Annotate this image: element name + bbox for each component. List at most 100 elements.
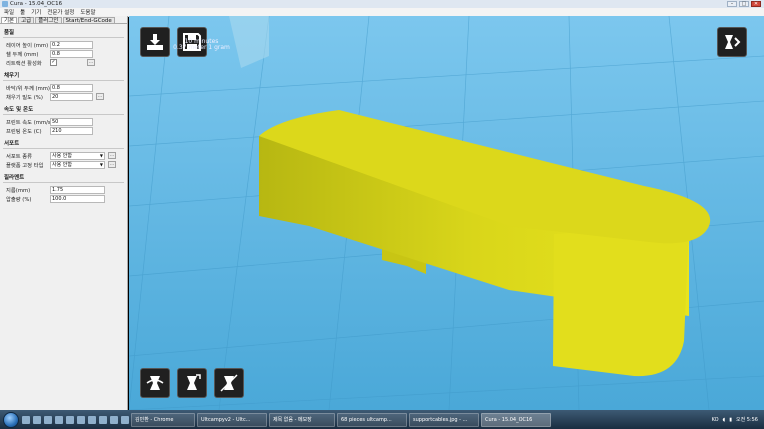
menu-file[interactable]: 파일 — [4, 8, 14, 16]
taskbar-item-pieces[interactable]: 68 pieces ultcamp... — [337, 412, 407, 427]
quicklaunch-app7-icon[interactable] — [121, 415, 129, 424]
clock[interactable]: 오전 5:56 — [736, 416, 758, 423]
minimize-button[interactable]: – — [727, 1, 737, 7]
temp-row: 프린팅 온도 (C) 210 — [0, 126, 127, 135]
maximize-button[interactable]: □ — [739, 1, 749, 7]
network-icon[interactable]: ▮ — [729, 417, 732, 423]
section-filament-title: 필라멘트 — [4, 175, 25, 181]
layer-height-input[interactable]: 0.2 — [50, 40, 93, 49]
menu-machine[interactable]: 기기 — [31, 8, 41, 16]
mirror-button[interactable] — [214, 368, 244, 398]
flow-input[interactable]: 100.0 — [50, 194, 105, 203]
density-input[interactable]: 20 — [50, 92, 93, 101]
quicklaunch-app6-icon[interactable] — [110, 415, 118, 424]
chevron-down-icon: ▼ — [99, 152, 103, 158]
quicklaunch-app2-icon[interactable] — [66, 415, 74, 424]
print-speed-input[interactable]: 50 — [50, 117, 93, 126]
menu-tools[interactable]: 툴 — [20, 8, 25, 16]
quicklaunch-app-icon[interactable] — [55, 415, 63, 424]
retraction-label: 리트랙션 활성화 — [6, 60, 42, 67]
density-label: 채우기 밀도 (%) — [6, 94, 43, 101]
volume-icon[interactable]: ◖ — [723, 417, 726, 423]
diameter-row: 지름(mm) 1.75 — [0, 185, 127, 194]
adhesion-label: 플랫폼 고정 타입 — [6, 162, 44, 169]
scale-icon — [187, 374, 201, 390]
tab-gcode[interactable]: Start/End-GCode — [62, 17, 115, 24]
load-model-icon — [147, 34, 163, 50]
divider — [3, 80, 124, 81]
quicklaunch-folder-icon[interactable] — [33, 415, 41, 424]
layer-height-label: 레이어 높이 (mm) — [6, 42, 49, 49]
settings-tabs: 기본 고급 플러그인 Start/End-GCode — [0, 16, 127, 24]
divider — [3, 148, 124, 149]
rotate-button[interactable] — [140, 368, 170, 398]
close-button[interactable]: ✕ — [751, 1, 761, 7]
taskbar-item-ultcamp[interactable]: Ultcampyv2 - Ultc... — [197, 412, 267, 427]
density-options-button[interactable]: … — [96, 93, 104, 100]
support-options-button[interactable]: … — [108, 152, 116, 159]
menu-expert[interactable]: 전문가 설정 — [47, 8, 74, 16]
mirror-icon — [220, 374, 238, 392]
temp-label: 프린팅 온도 (C) — [6, 128, 42, 135]
print-speed-label: 프린트 속도 (mm/s) — [6, 119, 50, 126]
taskbar: 김민환 - Chrome Ultcampyv2 - Ultc... 제목 없음 … — [0, 410, 764, 429]
taskbar-item-cura[interactable]: Cura - 15.04_OC16 — [481, 412, 551, 427]
adhesion-value: 사용 안함 — [52, 161, 72, 168]
quicklaunch-ie-icon[interactable] — [22, 415, 30, 424]
retraction-checkbox[interactable]: ✓ — [50, 59, 57, 66]
support-type-label: 서포트 종류 — [6, 153, 33, 160]
print-speed-row: 프린트 속도 (mm/s) 50 — [0, 117, 127, 126]
layer-height-row: 레이어 높이 (mm) 0.2 — [0, 40, 127, 49]
quicklaunch-app5-icon[interactable] — [99, 415, 107, 424]
window-title: Cura - 15.04_OC16 — [10, 1, 63, 7]
build-plate-scene — [129, 16, 764, 410]
tab-basic[interactable]: 기본 — [1, 17, 18, 24]
taskbar-item-notepad[interactable]: 제목 없음 - 메모장 — [269, 412, 335, 427]
quicklaunch-app4-icon[interactable] — [88, 415, 96, 424]
section-quality-title: 품질 — [4, 30, 15, 36]
language-indicator[interactable]: KO — [712, 417, 719, 423]
divider — [3, 182, 124, 183]
bottom-top-input[interactable]: 0.8 — [50, 83, 93, 92]
diameter-label: 지름(mm) — [6, 187, 31, 194]
flow-label: 압출량 (%) — [6, 196, 32, 203]
view-mode-button[interactable] — [717, 27, 747, 57]
quicklaunch-app3-icon[interactable] — [77, 415, 85, 424]
flow-row: 압출량 (%) 100.0 — [0, 194, 127, 203]
menu-help[interactable]: 도움말 — [80, 8, 95, 16]
density-row: 채우기 밀도 (%) 20 … — [0, 92, 127, 101]
section-support-title: 서포트 — [4, 141, 20, 147]
model-front-leg — [553, 226, 689, 377]
divider — [3, 37, 124, 38]
diameter-input[interactable]: 1.75 — [50, 185, 105, 194]
taskbar-item-chrome[interactable]: 김민환 - Chrome — [131, 412, 195, 427]
3d-viewport[interactable]: 10 minutes 0.37 meter 1 gram — [129, 16, 764, 410]
support-type-row: 서포트 종류 사용 안함 ▼ … — [0, 151, 127, 160]
system-tray: KO ◖ ▮ 오전 5:56 — [712, 410, 764, 429]
retraction-row: 리트랙션 활성화 ✓ … — [0, 58, 127, 67]
support-type-select[interactable]: 사용 안함 ▼ — [50, 151, 105, 160]
adhesion-options-button[interactable]: … — [108, 161, 116, 168]
view-mode-icon — [725, 35, 741, 49]
bottom-top-label: 바닥/위 두께 (mm) — [6, 85, 50, 92]
shell-input[interactable]: 0.8 — [50, 49, 93, 58]
tab-advanced[interactable]: 고급 — [18, 17, 35, 24]
chevron-down-icon: ▼ — [99, 161, 103, 167]
rotate-icon — [146, 376, 164, 390]
temp-input[interactable]: 210 — [50, 126, 93, 135]
window-titlebar: Cura - 15.04_OC16 – □ ✕ — [0, 0, 764, 8]
start-button[interactable] — [3, 411, 19, 428]
app-icon — [2, 1, 8, 7]
shell-label: 쉘 두께 (mm) — [6, 51, 39, 58]
retraction-options-button[interactable]: … — [87, 59, 95, 66]
shell-row: 쉘 두께 (mm) 0.8 — [0, 49, 127, 58]
scale-button[interactable] — [177, 368, 207, 398]
adhesion-select[interactable]: 사용 안함 ▼ — [50, 160, 105, 169]
quicklaunch-media-icon[interactable] — [44, 415, 52, 424]
tab-plugins[interactable]: 플러그인 — [35, 17, 62, 24]
taskbar-item-image[interactable]: supportcables.jpg - ... — [409, 412, 479, 427]
section-fill-title: 채우기 — [4, 73, 20, 79]
settings-panel: 기본 고급 플러그인 Start/End-GCode 품질 레이어 높이 (mm… — [0, 16, 128, 410]
support-type-value: 사용 안함 — [52, 152, 72, 159]
bottom-top-row: 바닥/위 두께 (mm) 0.8 — [0, 83, 127, 92]
